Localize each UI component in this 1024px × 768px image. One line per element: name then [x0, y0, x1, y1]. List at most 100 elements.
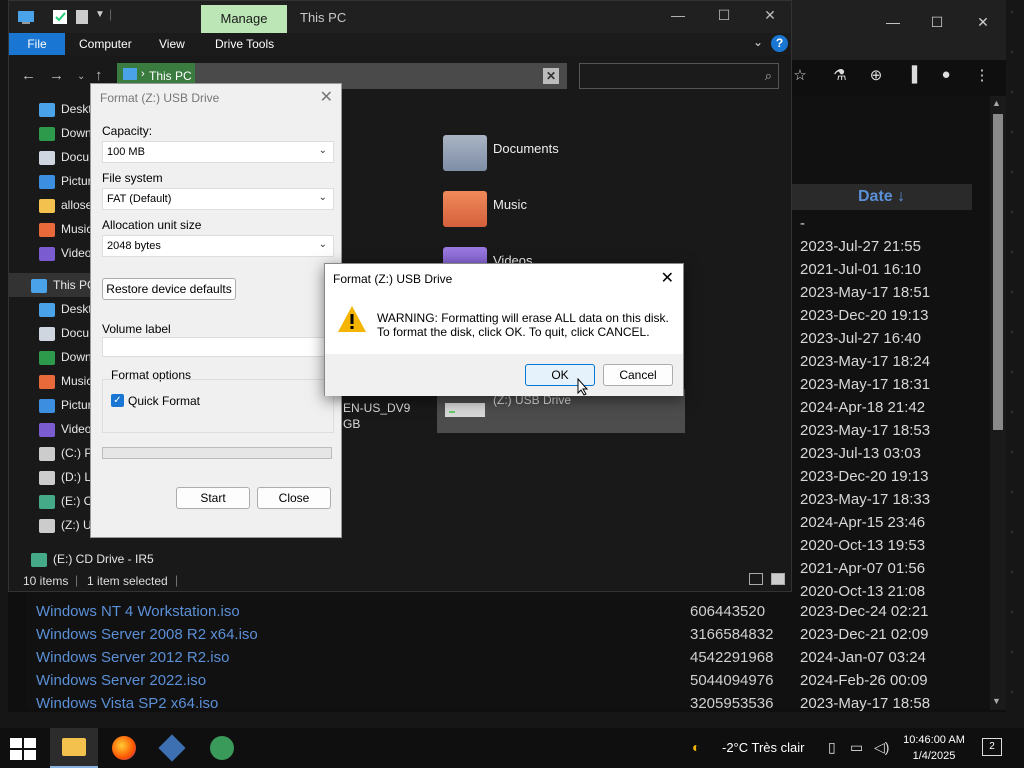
up-icon[interactable]: ↑ — [95, 67, 103, 84]
new-folder-icon[interactable] — [73, 8, 91, 26]
sidebar-item[interactable]: Pictur — [39, 393, 92, 417]
format-progress-bar — [102, 447, 332, 459]
recent-dropdown-icon[interactable]: ⌄ — [77, 71, 85, 82]
sidebar-item[interactable]: Docu — [39, 321, 89, 345]
date-cell: 2023-Dec-20 19:13 — [800, 307, 929, 324]
file-link[interactable]: Windows Server 2008 R2 x64.iso — [36, 623, 258, 646]
tab-computer[interactable]: Computer — [79, 37, 132, 51]
file-explorer-taskbar-icon[interactable] — [50, 728, 98, 768]
close-icon[interactable]: ✕ — [960, 14, 1006, 31]
sidebar-item[interactable]: Pictur — [39, 169, 92, 193]
close-icon[interactable]: ✕ — [661, 268, 674, 288]
tab-manage[interactable]: Manage — [201, 5, 287, 33]
scroll-down-icon[interactable]: ▼ — [992, 696, 1001, 706]
usb-tray-icon[interactable]: ▯ — [828, 739, 836, 756]
firefox-taskbar-icon[interactable] — [100, 728, 148, 768]
date-cell: 2023-Dec-20 19:13 — [800, 468, 929, 485]
bookmark-icon[interactable]: ☆ — [790, 66, 810, 86]
allocation-label: Allocation unit size — [102, 218, 202, 232]
minimize-icon[interactable]: — — [870, 14, 916, 30]
cancel-button[interactable]: Cancel — [603, 364, 673, 386]
sidebar-item[interactable]: allose — [39, 193, 92, 217]
sidebar-item[interactable]: Video — [39, 417, 91, 441]
start-button[interactable]: Start — [176, 487, 250, 509]
close-button[interactable]: Close — [257, 487, 331, 509]
file-link[interactable]: Windows NT 4 Workstation.iso — [36, 600, 240, 623]
back-icon[interactable]: ← — [21, 67, 36, 84]
clear-address-icon[interactable]: ✕ — [543, 68, 559, 84]
usb-drive-icon — [445, 403, 485, 417]
menu-icon[interactable]: ⋮ — [972, 66, 992, 86]
virtualbox-taskbar-icon[interactable] — [148, 728, 196, 768]
sidebar-item[interactable]: Music — [39, 369, 92, 393]
folder-icon — [39, 398, 55, 413]
sidebar-item[interactable]: Down — [39, 345, 92, 369]
sidebar-item[interactable]: Deskt — [39, 97, 92, 121]
sidebar-item[interactable]: Music — [39, 217, 92, 241]
folder-icon — [39, 374, 55, 389]
close-icon[interactable]: ✕ — [747, 7, 793, 24]
large-icons-view-icon[interactable] — [771, 573, 785, 585]
windows-start-icon[interactable] — [10, 738, 36, 760]
tab-view[interactable]: View — [159, 37, 185, 51]
sidebar-item[interactable]: Docu — [39, 145, 89, 169]
file-link[interactable]: Windows Server 2012 R2.iso — [36, 646, 229, 669]
close-icon[interactable]: ✕ — [320, 87, 333, 107]
date-cell: 2020-Oct-13 19:53 — [800, 537, 926, 554]
weather-icon[interactable]: ◐ — [692, 739, 700, 755]
cd-drive-tile-label[interactable]: EN-US_DV9 — [343, 401, 410, 415]
sidebar-item[interactable]: (E:) Cl — [39, 489, 95, 513]
tab-drive-tools[interactable]: Drive Tools — [215, 37, 274, 51]
lab-icon[interactable]: ⚗ — [830, 66, 850, 86]
sidebar-item-label: Pictur — [61, 174, 92, 188]
clock[interactable]: 10:46:00 AM 1/4/2025 — [886, 732, 982, 764]
folder-icon — [39, 446, 55, 461]
file-system-select[interactable]: FAT (Default) ⌄ — [102, 188, 334, 210]
folder-documents[interactable]: Documents — [439, 131, 679, 179]
restore-defaults-button[interactable]: Restore device defaults — [102, 278, 236, 300]
format-dialog: Format (Z:) USB Drive ✕ Capacity: 100 MB… — [90, 83, 342, 538]
properties-icon[interactable] — [51, 8, 69, 26]
scroll-thumb[interactable] — [993, 114, 1003, 430]
profile-icon[interactable]: ● — [936, 66, 956, 86]
forward-icon[interactable]: → — [49, 67, 64, 84]
details-view-icon[interactable] — [749, 573, 763, 585]
weather-text[interactable]: -2°C Très clair — [722, 740, 805, 755]
help-icon[interactable]: ? — [771, 35, 788, 52]
sidebar-item[interactable]: Down — [39, 121, 92, 145]
maximize-icon[interactable]: ☐ — [914, 14, 960, 31]
sidebar-item-label: (Z:) U — [61, 518, 92, 532]
selection-count: 1 item selected — [87, 574, 168, 588]
minimize-icon[interactable]: — — [655, 7, 701, 23]
notification-icon[interactable]: 2 — [982, 738, 1002, 756]
maximize-icon[interactable]: ☐ — [701, 7, 747, 24]
date-column-header[interactable]: Date ↓ — [858, 188, 905, 206]
search-input[interactable]: ⌕ — [579, 63, 779, 89]
file-link[interactable]: Windows Server 2022.iso — [36, 669, 206, 692]
tab-file[interactable]: File — [9, 33, 65, 55]
sidebar-item[interactable]: (C:) P — [39, 441, 92, 465]
sidebar-item[interactable]: Deskt — [39, 297, 92, 321]
ribbon-expand-icon[interactable]: ⌄ — [753, 35, 763, 49]
folder-music[interactable]: Music — [439, 187, 679, 235]
date-cell: 2023-May-17 18:31 — [800, 376, 931, 393]
allocation-select[interactable]: 2048 bytes ⌄ — [102, 235, 334, 257]
sidebar-item-cd-drive[interactable]: (E:) CD Drive - IR5 — [31, 547, 154, 571]
sidebar-item[interactable]: This PC — [9, 273, 99, 297]
sidebar-item[interactable]: (Z:) U — [39, 513, 92, 537]
capacity-select[interactable]: 100 MB ⌄ — [102, 141, 334, 163]
sidebar-item[interactable]: (D:) Lo — [39, 465, 98, 489]
sidebar-item[interactable]: Video — [39, 241, 91, 265]
volume-label-input[interactable] — [102, 337, 334, 357]
network-tray-icon[interactable]: ▭ — [850, 739, 863, 756]
file-link[interactable]: Windows Vista SP2 x64.iso — [36, 692, 218, 715]
sidebar-icon[interactable]: ▐ — [902, 66, 922, 86]
network-app-taskbar-icon[interactable] — [198, 728, 246, 768]
quick-format-label[interactable]: Quick Format — [128, 394, 200, 408]
download-icon[interactable]: ⊕ — [866, 66, 886, 86]
quick-format-checkbox[interactable]: ✓ — [111, 394, 124, 407]
scroll-up-icon[interactable]: ▲ — [992, 98, 1001, 108]
status-separator: | — [175, 573, 179, 587]
scrollbar[interactable]: ▲ ▼ — [990, 96, 1006, 710]
qat-dropdown-icon[interactable]: ▼ — [95, 9, 105, 20]
